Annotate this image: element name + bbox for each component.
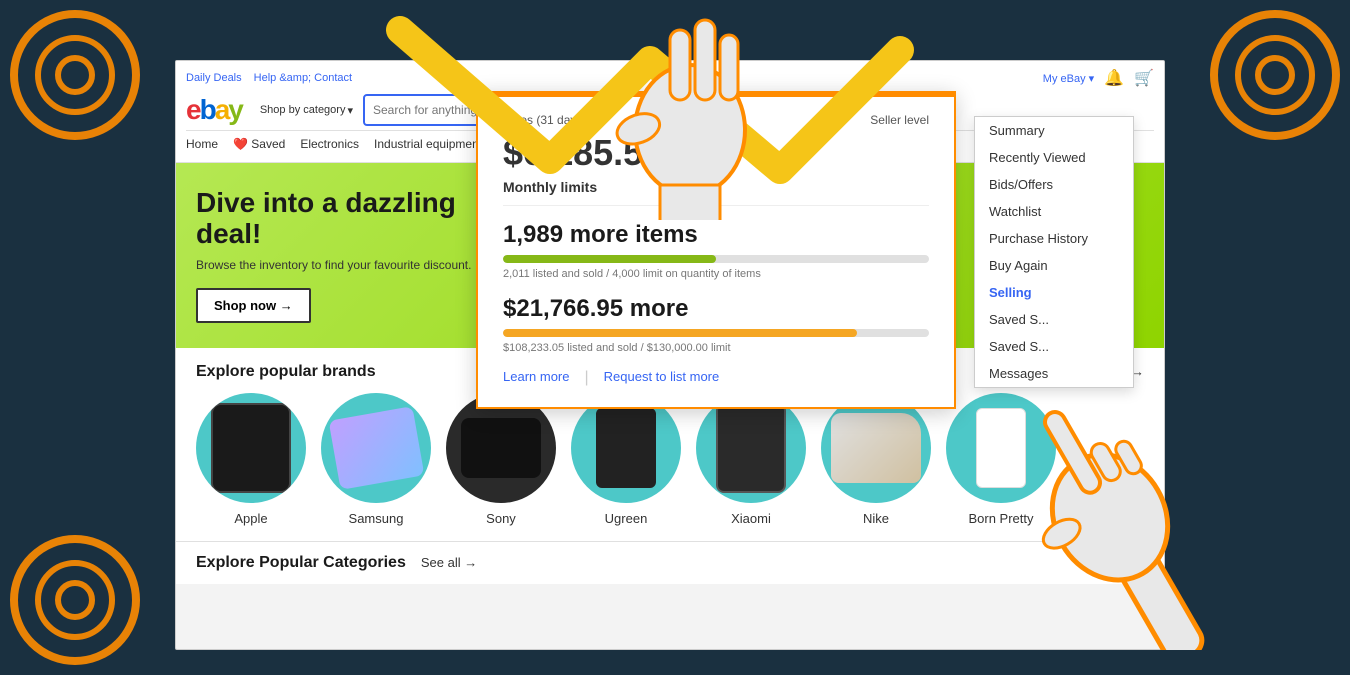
brand-item-nike[interactable]: Nike [821, 393, 931, 526]
items-limit-bar-fill [503, 255, 716, 263]
ebay-logo: ebay [186, 94, 242, 126]
amount-limit-bar [503, 329, 929, 337]
amount-limit-section: $21,766.95 more $108,233.05 listed and s… [503, 295, 929, 354]
amount-limit-bar-fill [503, 329, 857, 337]
brand-circle-sony [446, 393, 556, 503]
brand-circle-xiaomi [696, 393, 806, 503]
top-bar-links: Daily Deals Help &amp; Contact [186, 72, 352, 84]
brand-item-ugreen[interactable]: Ugreen [571, 393, 681, 526]
learn-more-link[interactable]: Learn more [503, 369, 569, 387]
brand-circle-samsung [321, 393, 431, 503]
bornpretty-nail-icon [976, 408, 1026, 488]
brands-grid: Apple Samsung Sony Ugre [196, 393, 1144, 526]
categories-section: Explore Popular Categories See all → [176, 541, 1164, 584]
categories-header: Explore Popular Categories See all → [196, 554, 1144, 572]
seller-top-bar: Sales (31 days) Seller level [503, 113, 929, 127]
brand-circle-bornpretty [946, 393, 1056, 503]
ebay-browser-window: Daily Deals Help &amp; Contact My eBay ▾… [175, 60, 1165, 650]
brand-name-sony: Sony [486, 511, 516, 526]
myebay-menu-buy-again[interactable]: Buy Again [975, 252, 1133, 279]
ebay-top-bar: Daily Deals Help &amp; Contact My eBay ▾… [186, 66, 1154, 90]
brands-title: Explore popular brands [196, 363, 376, 381]
myebay-dropdown-menu: Summary Recently Viewed Bids/Offers Watc… [974, 116, 1134, 388]
categories-title: Explore Popular Categories [196, 554, 406, 572]
nike-shoes-icon [831, 413, 921, 483]
myebay-menu-purchase-history[interactable]: Purchase History [975, 225, 1133, 252]
myebay-menu-saved-searches[interactable]: Saved S... [975, 333, 1133, 360]
notification-bell[interactable]: 🔔 [1104, 68, 1124, 88]
hero-subtitle: Browse the inventory to find your favour… [196, 258, 476, 272]
seller-level-label: Seller level [870, 113, 929, 127]
shop-by-label: Shop by category [260, 104, 346, 116]
my-ebay-button[interactable]: My eBay ▾ [1043, 72, 1094, 85]
brand-item-bornpretty[interactable]: Born Pretty [946, 393, 1056, 526]
request-list-more-link[interactable]: Request to list more [604, 369, 720, 387]
brand-item-xiaomi[interactable]: Xiaomi [696, 393, 806, 526]
myebay-menu-bids-offers[interactable]: Bids/Offers [975, 171, 1133, 198]
myebay-menu-watchlist[interactable]: Watchlist [975, 198, 1133, 225]
nav-home[interactable]: Home [186, 135, 218, 153]
apple-phone-icon [211, 403, 291, 493]
spiral-decoration-tr [1210, 10, 1340, 140]
myebay-menu-messages[interactable]: Messages [975, 360, 1133, 387]
myebay-menu-saved-sellers[interactable]: Saved S... [975, 306, 1133, 333]
myebay-menu-selling[interactable]: Selling [975, 279, 1133, 306]
nav-saved[interactable]: ❤️ Saved [233, 135, 285, 153]
myebay-menu-recently-viewed[interactable]: Recently Viewed [975, 144, 1133, 171]
items-limit-value: 1,989 more items [503, 221, 929, 249]
sales-period-label: Sales (31 days) [503, 113, 586, 127]
bornpretty-items [976, 408, 1026, 488]
seller-total-amount: $6,185.54 [503, 132, 929, 174]
brand-circle-ugreen [571, 393, 681, 503]
ugreen-battery-icon [596, 408, 656, 488]
brand-item-samsung[interactable]: Samsung [321, 393, 431, 526]
items-limit-section: 1,989 more items 2,011 listed and sold /… [503, 221, 929, 280]
shop-now-button[interactable]: Shop now → [196, 288, 311, 323]
samsung-device-icon [328, 406, 424, 490]
brand-circle-nike [821, 393, 931, 503]
brand-name-xiaomi: Xiaomi [731, 511, 771, 526]
link-divider: | [584, 369, 588, 387]
spiral-decoration-bl [10, 535, 140, 665]
brand-circle-apple [196, 393, 306, 503]
nav-industrial[interactable]: Industrial equipment [374, 135, 482, 153]
sony-console-icon [461, 418, 541, 478]
brand-name-ugreen: Ugreen [605, 511, 648, 526]
categories-see-all[interactable]: See all → [421, 555, 477, 570]
top-bar-right: My eBay ▾ 🔔 🛒 [1043, 68, 1154, 88]
spiral-decoration-tl [10, 10, 140, 140]
hero-title: Dive into a dazzling deal! [196, 188, 496, 250]
brand-name-samsung: Samsung [349, 511, 404, 526]
brand-item-apple[interactable]: Apple [196, 393, 306, 526]
brand-item-sony[interactable]: Sony [446, 393, 556, 526]
limit-action-links: Learn more | Request to list more [503, 369, 929, 387]
seller-panel-border-top [478, 93, 954, 97]
seller-dashboard-panel: Sales (31 days) Seller level $6,185.54 M… [476, 91, 956, 409]
shop-by-category[interactable]: Shop by category ▾ [260, 104, 353, 117]
amount-limit-desc: $108,233.05 listed and sold / $130,000.0… [503, 342, 929, 354]
shop-by-chevron: ▾ [347, 104, 353, 117]
myebay-menu-summary[interactable]: Summary [975, 117, 1133, 144]
monthly-limits-title: Monthly limits [503, 179, 929, 206]
nav-electronics[interactable]: Electronics [300, 135, 359, 153]
brand-name-apple: Apple [234, 511, 267, 526]
shopping-cart[interactable]: 🛒 [1134, 68, 1154, 88]
daily-deals-link[interactable]: Daily Deals [186, 72, 242, 84]
brand-name-nike: Nike [863, 511, 889, 526]
items-limit-bar [503, 255, 929, 263]
help-contact-link[interactable]: Help &amp; Contact [254, 72, 352, 84]
items-limit-desc: 2,011 listed and sold / 4,000 limit on q… [503, 268, 929, 280]
brand-name-bornpretty: Born Pretty [968, 511, 1033, 526]
amount-limit-value: $21,766.95 more [503, 295, 929, 323]
xiaomi-phone-icon [716, 403, 786, 493]
